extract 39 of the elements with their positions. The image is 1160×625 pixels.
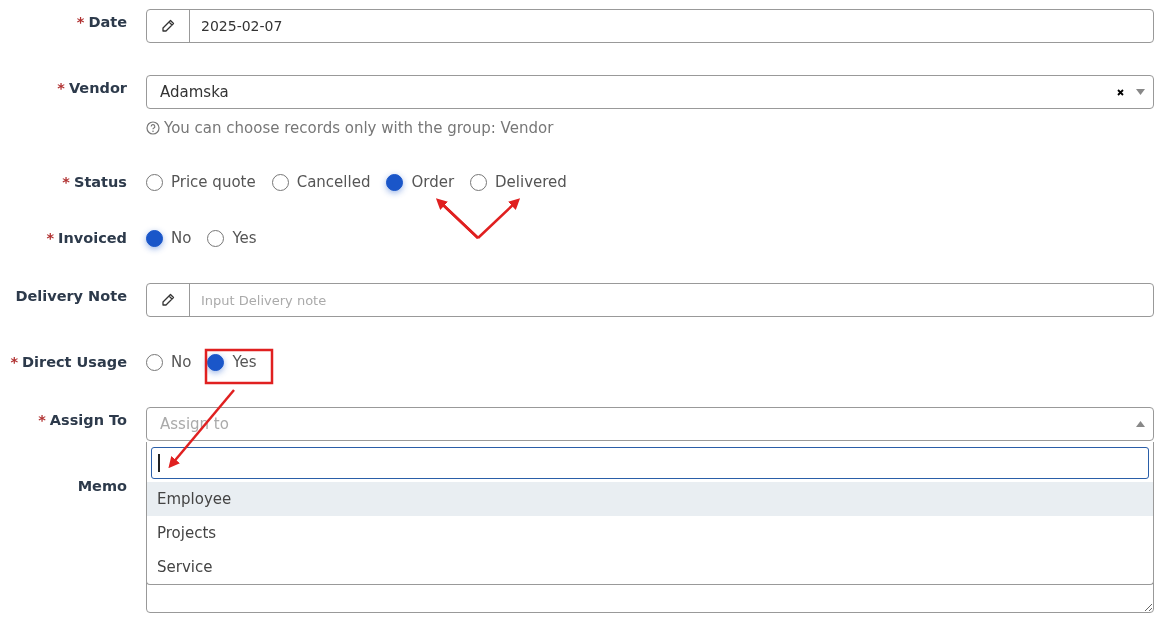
radio-button[interactable] (207, 353, 225, 371)
dropdown-option[interactable]: Employee (147, 482, 1153, 516)
radio-label[interactable]: Yes (232, 229, 257, 247)
field-label: * Direct Usage (9, 353, 127, 372)
field-label: * Vendor (56, 79, 127, 98)
radio-label[interactable]: Cancelled (296, 173, 371, 191)
radio-label[interactable]: Price quote (171, 173, 256, 191)
radio-button[interactable] (271, 173, 289, 191)
dropdown-arrow-icon[interactable] (1136, 89, 1145, 95)
radio-label[interactable]: Delivered (495, 173, 567, 191)
select-field[interactable]: Adamska (146, 75, 1154, 109)
search-field[interactable] (151, 447, 1149, 479)
date-field[interactable]: 2025-02-07 (146, 9, 1154, 43)
radio-button[interactable] (146, 353, 163, 371)
dropdown-arrow-icon[interactable] (1136, 421, 1145, 427)
radio-label[interactable]: No (171, 229, 192, 247)
clear-icon[interactable] (1117, 88, 1124, 96)
radio-button[interactable] (386, 173, 404, 191)
dropdown-option[interactable]: Projects (147, 516, 1153, 550)
radio-label[interactable]: Order (411, 173, 455, 191)
field-label: Memo (76, 477, 127, 496)
pencil-icon (161, 19, 175, 33)
text-cursor (158, 454, 160, 472)
radio-label[interactable]: No (171, 353, 192, 371)
pencil-icon (161, 293, 175, 307)
field-label: * Invoiced (45, 229, 127, 248)
field-label: * Date (75, 13, 127, 32)
radio-button[interactable] (470, 173, 488, 191)
radio-button[interactable] (146, 229, 163, 247)
radio-button[interactable] (207, 229, 225, 247)
field-label: * Status (61, 173, 127, 192)
radio-label[interactable]: Yes (232, 353, 257, 371)
field-label: Delivery Note (14, 287, 127, 306)
dropdown-option[interactable]: Service (147, 550, 1153, 584)
highlight-frame (204, 348, 274, 385)
help-icon (146, 121, 160, 135)
radio-button[interactable] (146, 173, 163, 191)
hint-text: You can choose records only with the group: Vendor (164, 119, 554, 137)
field-label: * Assign To (37, 411, 127, 430)
